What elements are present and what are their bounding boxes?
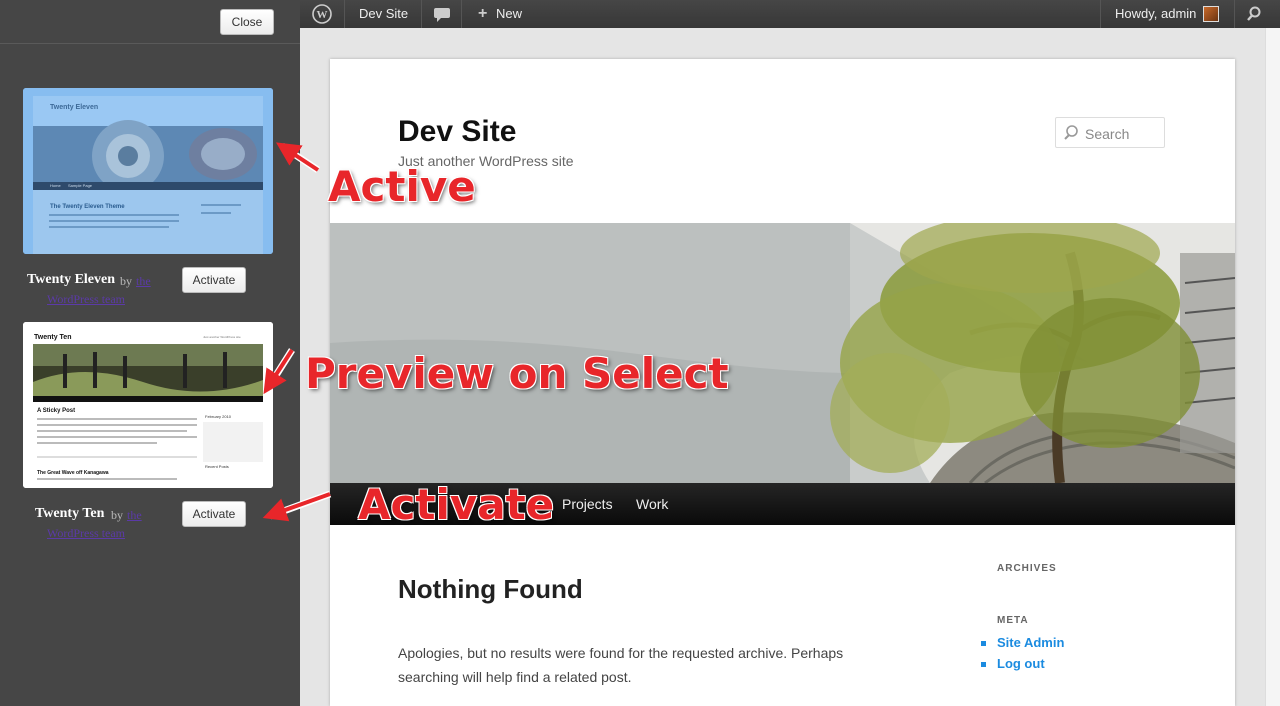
widget-meta-title: META [997,615,1029,626]
theme-author-link[interactable]: WordPress team [47,524,125,543]
site-name-link[interactable]: Dev Site [345,0,422,28]
content-title: Nothing Found [398,574,583,604]
thumb-recent-posts: Recent Posts [205,464,229,469]
list-bullet [981,641,986,646]
my-account-menu[interactable]: Howdy, admin [1100,0,1235,28]
search-icon [1247,6,1261,21]
activate-button-twenty-ten[interactable]: Activate [182,501,246,527]
widget-archives-title: ARCHIVES [997,563,1057,574]
comment-bubble-icon [434,8,450,22]
search-placeholder: Search [1085,126,1130,142]
theme-name-twenty-ten: Twenty Ten [35,506,105,521]
nav-item-work[interactable]: Work [636,483,668,525]
search-input[interactable]: Search [1055,117,1165,148]
close-button[interactable]: Close [220,9,274,35]
avatar [1203,6,1219,22]
plus-icon: + [478,5,488,22]
meta-link-site-admin[interactable]: Site Admin [997,635,1064,650]
list-bullet [981,662,986,667]
twenty-ten-screenshot-art [23,322,273,488]
thumb-tagline: Just another WordPress site [203,335,241,339]
thumb-post-title-2: The Great Wave off Kanagawa [37,470,109,476]
thumb-post-title: A Sticky Post [37,408,76,414]
thumb-site-title: Twenty Eleven [50,104,99,111]
nav-item-projects[interactable]: Projects [562,483,613,525]
new-content-button[interactable]: + New [462,0,537,28]
new-label: New [496,6,523,21]
vertical-scrollbar[interactable] [1265,28,1280,706]
site-title[interactable]: Dev Site [398,115,516,149]
thumb-post-title: The Twenty Eleven Theme [50,204,125,210]
content-body: Apologies, but no results were found for… [398,645,844,685]
howdy-label: Howdy, admin [1115,6,1197,21]
thumb-site-title: Twenty Ten [34,334,72,341]
wordpress-logo-icon: W [312,4,332,24]
annotation-active: Active [328,162,476,211]
comments-button[interactable] [422,0,462,28]
theme-author-link[interactable]: the [127,506,142,525]
theme-screenshot-twenty-ten[interactable]: Twenty Ten Just another WordPress site A… [23,322,273,488]
admin-bar: W Dev Site + New Howdy, admin [300,0,1280,28]
theme-by-label: by [111,508,123,522]
adminbar-search-button[interactable] [1235,0,1280,28]
theme-panel: Close Twenty Eleven Home Sample Page The… [0,0,300,706]
theme-author-link[interactable]: the [136,272,151,291]
theme-author-link[interactable]: WordPress team [47,290,125,309]
theme-name-twenty-eleven: Twenty Eleven [27,272,116,287]
search-icon [1064,125,1078,140]
annotation-preview-on-select: Preview on Select [305,349,729,398]
meta-link-log-out[interactable]: Log out [997,656,1045,671]
thumb-nav-sample: Sample Page [68,183,93,188]
thumb-calendar: February 2010 [205,414,232,419]
wordpress-logo-button[interactable]: W [300,0,345,28]
twenty-eleven-screenshot-art [23,88,273,254]
annotation-activate: Activate [358,480,555,529]
theme-screenshot-twenty-eleven[interactable]: Twenty Eleven Home Sample Page The Twent… [23,88,273,254]
activate-button-twenty-eleven[interactable]: Activate [182,267,246,293]
thumb-nav-home: Home [50,183,61,188]
svg-text:W: W [317,9,328,21]
theme-by-label: by [120,274,132,288]
